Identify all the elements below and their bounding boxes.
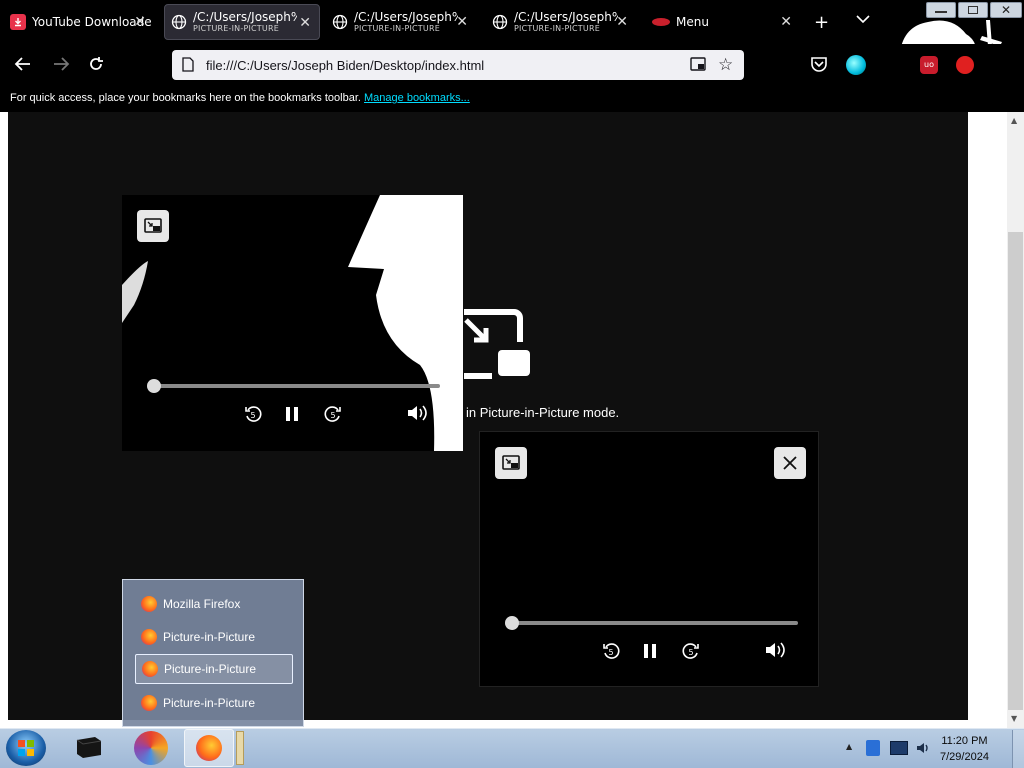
speaker-icon[interactable] — [916, 740, 932, 756]
tray-app-icon[interactable] — [866, 740, 880, 756]
svg-text:5: 5 — [330, 411, 335, 420]
volume-icon[interactable] — [764, 640, 786, 660]
tab-title: Menu — [676, 15, 709, 29]
system-clock[interactable]: 11:20 PM 7/29/2024 — [940, 733, 989, 765]
forward-arrow-icon[interactable] — [52, 56, 70, 72]
close-pip-icon[interactable] — [422, 215, 442, 235]
scroll-down-arrow-icon[interactable]: ▼ — [1011, 714, 1017, 723]
pocket-icon[interactable] — [810, 56, 828, 72]
picture-in-picture-icon[interactable] — [690, 57, 706, 71]
tab-subtitle: PICTURE-IN-PICTURE — [514, 23, 600, 33]
clock-time: 11:20 PM — [941, 735, 988, 747]
firefox-icon — [141, 695, 157, 711]
seek-bar[interactable] — [150, 384, 440, 388]
list-item-label: Picture-in-Picture — [163, 630, 256, 644]
forward-5-icon[interactable]: 5 — [682, 642, 700, 660]
list-item[interactable]: Picture-in-Picture — [135, 688, 293, 718]
rewind-5-icon[interactable]: 5 — [244, 405, 262, 423]
pip-window-1[interactable]: 5 5 — [122, 195, 463, 451]
list-item-label: Picture-in-Picture — [164, 662, 257, 676]
download-icon — [10, 14, 26, 30]
volume-icon[interactable] — [406, 403, 428, 423]
bookmarks-hint-text: For quick access, place your bookmarks h… — [10, 92, 361, 104]
firefox-icon — [142, 661, 158, 677]
svg-text:5: 5 — [608, 648, 613, 657]
tab-pip-1[interactable]: /C:/Users/Joseph%...PICTURE-IN-PICTURE ✕ — [164, 4, 320, 40]
pip-window-2[interactable]: 5 5 — [479, 431, 819, 687]
pip-status-text: in Picture-in-Picture mode. — [466, 405, 620, 420]
svg-text:5: 5 — [250, 411, 255, 420]
return-to-tab-icon — [502, 455, 520, 470]
list-item-label: Picture-in-Picture — [163, 696, 256, 710]
clock-date: 7/29/2024 — [940, 751, 989, 763]
close-tab-icon[interactable]: ✕ — [616, 14, 628, 30]
rewind-5-icon[interactable]: 5 — [602, 642, 620, 660]
network-icon[interactable] — [890, 741, 908, 755]
manage-bookmarks-link[interactable]: Manage bookmarks... — [364, 92, 470, 104]
new-tab-button[interactable]: + — [814, 12, 829, 33]
return-to-tab-button[interactable] — [495, 447, 527, 479]
show-hidden-icons-arrow-icon[interactable]: ▲ — [846, 742, 852, 751]
firefox-icon — [141, 629, 157, 645]
list-item-label: Mozilla Firefox — [163, 597, 241, 611]
tab-title: /C:/Users/Joseph%... — [354, 11, 458, 24]
close-icon — [783, 456, 797, 470]
list-tabs-chevron-icon[interactable] — [856, 14, 870, 24]
pause-icon[interactable] — [642, 642, 658, 660]
return-to-tab-button[interactable] — [137, 210, 169, 242]
scrollbar-thumb[interactable] — [1008, 232, 1023, 710]
globe-icon — [171, 14, 187, 30]
globe-icon — [332, 14, 348, 30]
scroll-up-arrow-icon[interactable]: ▲ — [1011, 116, 1017, 125]
tab-pip-2[interactable]: /C:/Users/Joseph%...PICTURE-IN-PICTURE ✕ — [326, 4, 476, 40]
firefox-icon — [196, 735, 222, 761]
close-tab-icon[interactable]: ✕ — [780, 14, 792, 30]
taskbar-app-terminal-icon[interactable] — [74, 734, 104, 760]
close-tab-icon[interactable]: ✕ — [456, 14, 468, 30]
windows-logo-icon — [18, 740, 34, 756]
taskbar-thumbnail-list: Mozilla Firefox Picture-in-Picture Pictu… — [122, 579, 304, 727]
back-arrow-icon[interactable] — [14, 56, 32, 72]
tab-subtitle: PICTURE-IN-PICTURE — [193, 23, 279, 33]
seek-bar[interactable] — [508, 621, 798, 625]
list-item[interactable]: Mozilla Firefox — [135, 589, 293, 619]
forward-5-icon[interactable]: 5 — [324, 405, 342, 423]
start-button[interactable] — [6, 730, 46, 766]
return-to-tab-icon — [144, 218, 162, 233]
taskbar-stack-indicator — [236, 731, 244, 765]
close-tab-icon[interactable]: ✕ — [134, 14, 146, 30]
reload-icon[interactable] — [88, 56, 104, 72]
youtube-extension-icon[interactable] — [956, 56, 974, 74]
tab-menu[interactable]: Menu ✕ — [646, 4, 800, 40]
svg-text:5: 5 — [688, 648, 693, 657]
close-pip-button[interactable] — [774, 447, 806, 479]
bookmark-star-icon[interactable]: ☆ — [718, 55, 733, 75]
ublock-origin-icon[interactable]: uo — [920, 56, 938, 74]
taskbar-firefox-button[interactable] — [184, 729, 234, 767]
tab-pip-3[interactable]: /C:/Users/Joseph%...PICTURE-IN-PICTURE ✕ — [486, 4, 636, 40]
tab-youtube-downloader[interactable]: YouTube Downloade ✕ — [4, 4, 154, 40]
url-text[interactable]: file:///C:/Users/Joseph Biden/Desktop/in… — [206, 58, 484, 73]
seek-thumb[interactable] — [147, 379, 161, 393]
bookmarks-toolbar: For quick access, place your bookmarks h… — [0, 86, 1024, 112]
seek-thumb[interactable] — [505, 616, 519, 630]
lips-icon — [652, 18, 670, 26]
page-icon — [182, 57, 194, 72]
tab-subtitle: PICTURE-IN-PICTURE — [354, 23, 440, 33]
list-item-selected[interactable]: Picture-in-Picture — [135, 654, 293, 684]
globe-icon — [492, 14, 508, 30]
firefox-icon — [141, 596, 157, 612]
tab-title: /C:/Users/Joseph%... — [193, 11, 297, 24]
pause-icon[interactable] — [284, 405, 300, 423]
show-desktop-button[interactable] — [1012, 730, 1024, 768]
tab-title: /C:/Users/Joseph%... — [514, 11, 618, 24]
list-item[interactable]: Picture-in-Picture — [135, 622, 293, 652]
taskbar-app-browser-icon[interactable] — [134, 731, 168, 765]
picture-in-picture-placeholder-icon — [456, 308, 532, 380]
close-tab-icon[interactable]: ✕ — [299, 15, 311, 31]
profile-avatar-icon[interactable] — [846, 55, 866, 75]
